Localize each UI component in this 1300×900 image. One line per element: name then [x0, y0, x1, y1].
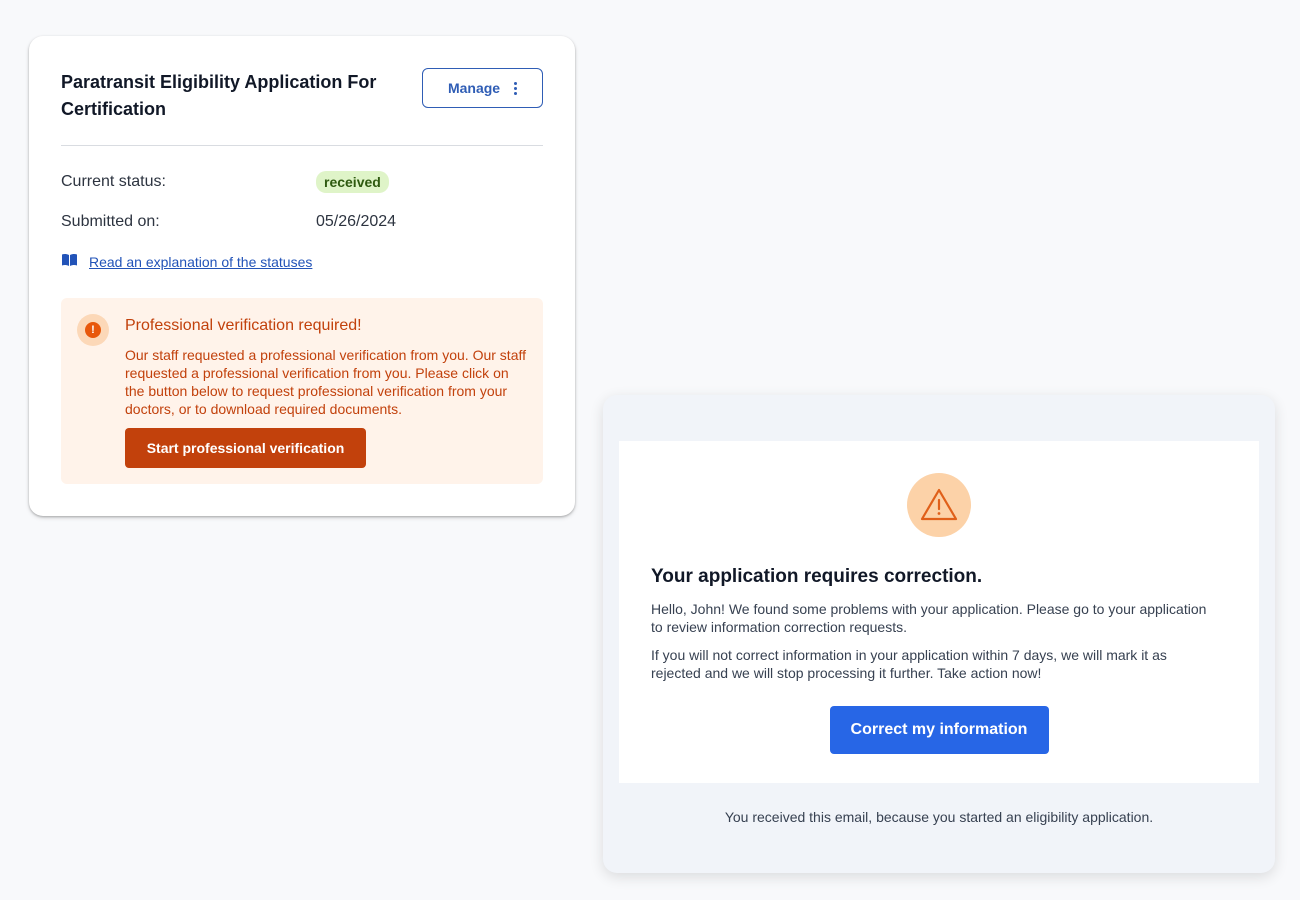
- correct-information-button[interactable]: Correct my information: [829, 706, 1049, 754]
- warning-triangle-icon: [907, 473, 971, 537]
- verification-alert: ! Professional verification required! Ou…: [61, 298, 543, 484]
- email-footer: You received this email, because you sta…: [724, 809, 1154, 825]
- email-paragraph-2: If you will not correct information in y…: [651, 647, 1167, 681]
- submitted-row: Submitted on: 05/26/2024: [61, 202, 543, 242]
- more-vertical-icon: [514, 81, 518, 95]
- status-row: Current status: received: [61, 162, 543, 202]
- email-body: Your application requires correction. He…: [619, 441, 1259, 783]
- email-title: Your application requires correction.: [651, 566, 983, 587]
- application-card: Paratransit Eligibility Application For …: [29, 36, 575, 516]
- alert-text: Our staff requested a professional verif…: [125, 347, 527, 417]
- exclamation-circle-icon: !: [77, 314, 109, 346]
- submitted-label: Submitted on:: [61, 213, 160, 230]
- card-divider: [61, 145, 543, 146]
- status-label: Current status:: [61, 173, 166, 190]
- status-badge: received: [316, 171, 389, 193]
- status-explanation: Read an explanation of the statuses: [61, 250, 543, 274]
- application-title: Paratransit Eligibility Application For …: [61, 72, 377, 119]
- book-open-icon: [61, 253, 78, 272]
- email-preview: Your application requires correction. He…: [603, 395, 1275, 873]
- manage-button[interactable]: Manage: [422, 68, 543, 108]
- card-header: Paratransit Eligibility Application For …: [61, 68, 543, 145]
- manage-button-label: Manage: [447, 80, 501, 96]
- alert-title: Professional verification required!: [125, 317, 362, 334]
- submitted-date: 05/26/2024: [316, 213, 397, 230]
- email-paragraph-1: Hello, John! We found some problems with…: [651, 601, 1207, 635]
- status-explanation-link[interactable]: Read an explanation of the statuses: [89, 254, 312, 270]
- start-verification-button[interactable]: Start professional verification: [125, 428, 366, 468]
